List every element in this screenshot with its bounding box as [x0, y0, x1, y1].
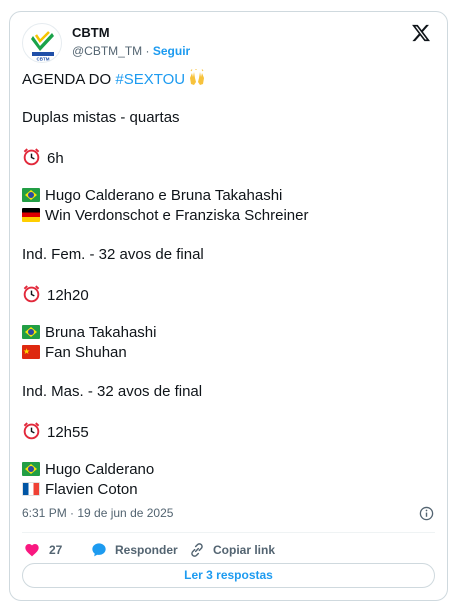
china-flag-icon [22, 342, 40, 362]
france-flag-icon [22, 482, 40, 496]
player-name: Hugo Calderano [45, 461, 155, 478]
agenda-text: AGENDA DO [22, 71, 116, 88]
alarm-clock-icon [23, 148, 40, 166]
cbtm-logo-icon: CBTM [31, 31, 54, 62]
author-info: CBTM @CBTM_TM · Seguir [72, 25, 190, 58]
divider [22, 532, 435, 533]
post-line-player: Hugo Calderano e Bruna Takahashi [22, 186, 432, 206]
player-name: Hugo Calderano e Bruna Takahashi [45, 187, 283, 204]
read-replies-button[interactable]: Ler 3 respostas [22, 563, 435, 588]
brazil-flag-icon [22, 325, 40, 339]
reply-label: Responder [115, 543, 178, 557]
player-name: Win Verdonschot e Franziska Schreiner [45, 207, 309, 224]
reply-button[interactable]: Responder [91, 540, 181, 560]
like-button[interactable]: 27 [24, 540, 74, 560]
follow-button[interactable]: Seguir [153, 44, 190, 58]
avatar[interactable]: CBTM [22, 23, 62, 63]
separator-dot: · [142, 44, 153, 58]
post-line-time: 12h20 [22, 284, 432, 304]
alarm-clock-icon [23, 285, 40, 303]
post-line-player: Flavien Coton [22, 480, 432, 500]
author-handle[interactable]: @CBTM_TM [72, 44, 142, 58]
link-icon [191, 543, 203, 557]
post-line-player: Hugo Calderano [22, 460, 432, 480]
svg-text:CBTM: CBTM [37, 57, 50, 62]
info-icon[interactable] [419, 506, 434, 521]
author-display-name[interactable]: CBTM [72, 25, 190, 42]
post-line-player: Bruna Takahashi [22, 323, 432, 343]
heart-icon [25, 544, 39, 557]
player-name: Fan Shuhan [45, 344, 127, 361]
germany-flag-icon [22, 208, 40, 222]
speech-bubble-icon [92, 543, 106, 557]
time-text: 6h [47, 150, 64, 167]
post-timestamp[interactable]: 6:31 PM · 19 de jun de 2025 [22, 506, 173, 520]
brazil-flag-icon [22, 188, 40, 202]
copy-link-label: Copiar link [213, 543, 276, 557]
like-count: 27 [49, 543, 63, 557]
post-line-category: Ind. Mas. - 32 avos de final [22, 383, 203, 400]
x-logo-icon[interactable] [411, 23, 431, 43]
post-line-agenda: AGENDA DO #SEXTOU [22, 69, 432, 89]
time-text: 12h55 [47, 424, 89, 441]
post-text: AGENDA DO #SEXTOU Duplas mistas - quarta… [22, 69, 432, 500]
copy-link-button[interactable]: Copiar link [189, 540, 289, 560]
brazil-flag-icon [22, 462, 40, 476]
author-handle-line: @CBTM_TM · Seguir [72, 44, 190, 58]
post-line-category: Ind. Fem. - 32 avos de final [22, 246, 204, 263]
post-line-category: Duplas mistas - quartas [22, 109, 180, 126]
time-text: 12h20 [47, 287, 89, 304]
post-line-time: 12h55 [22, 421, 432, 441]
embedded-post-card: CBTM CBTM @CBTM_TM · Seguir AGENDA DO #S… [9, 11, 448, 601]
raising-hands-icon [190, 69, 205, 85]
post-line-player: Fan Shuhan [22, 342, 432, 363]
alarm-clock-icon [23, 422, 40, 440]
post-line-time: 6h [22, 147, 432, 167]
player-name: Flavien Coton [45, 481, 138, 498]
hashtag-link[interactable]: #SEXTOU [115, 71, 185, 88]
post-header: CBTM CBTM @CBTM_TM · Seguir [22, 23, 435, 63]
post-line-player: Win Verdonschot e Franziska Schreiner [22, 206, 432, 226]
player-name: Bruna Takahashi [45, 324, 157, 341]
